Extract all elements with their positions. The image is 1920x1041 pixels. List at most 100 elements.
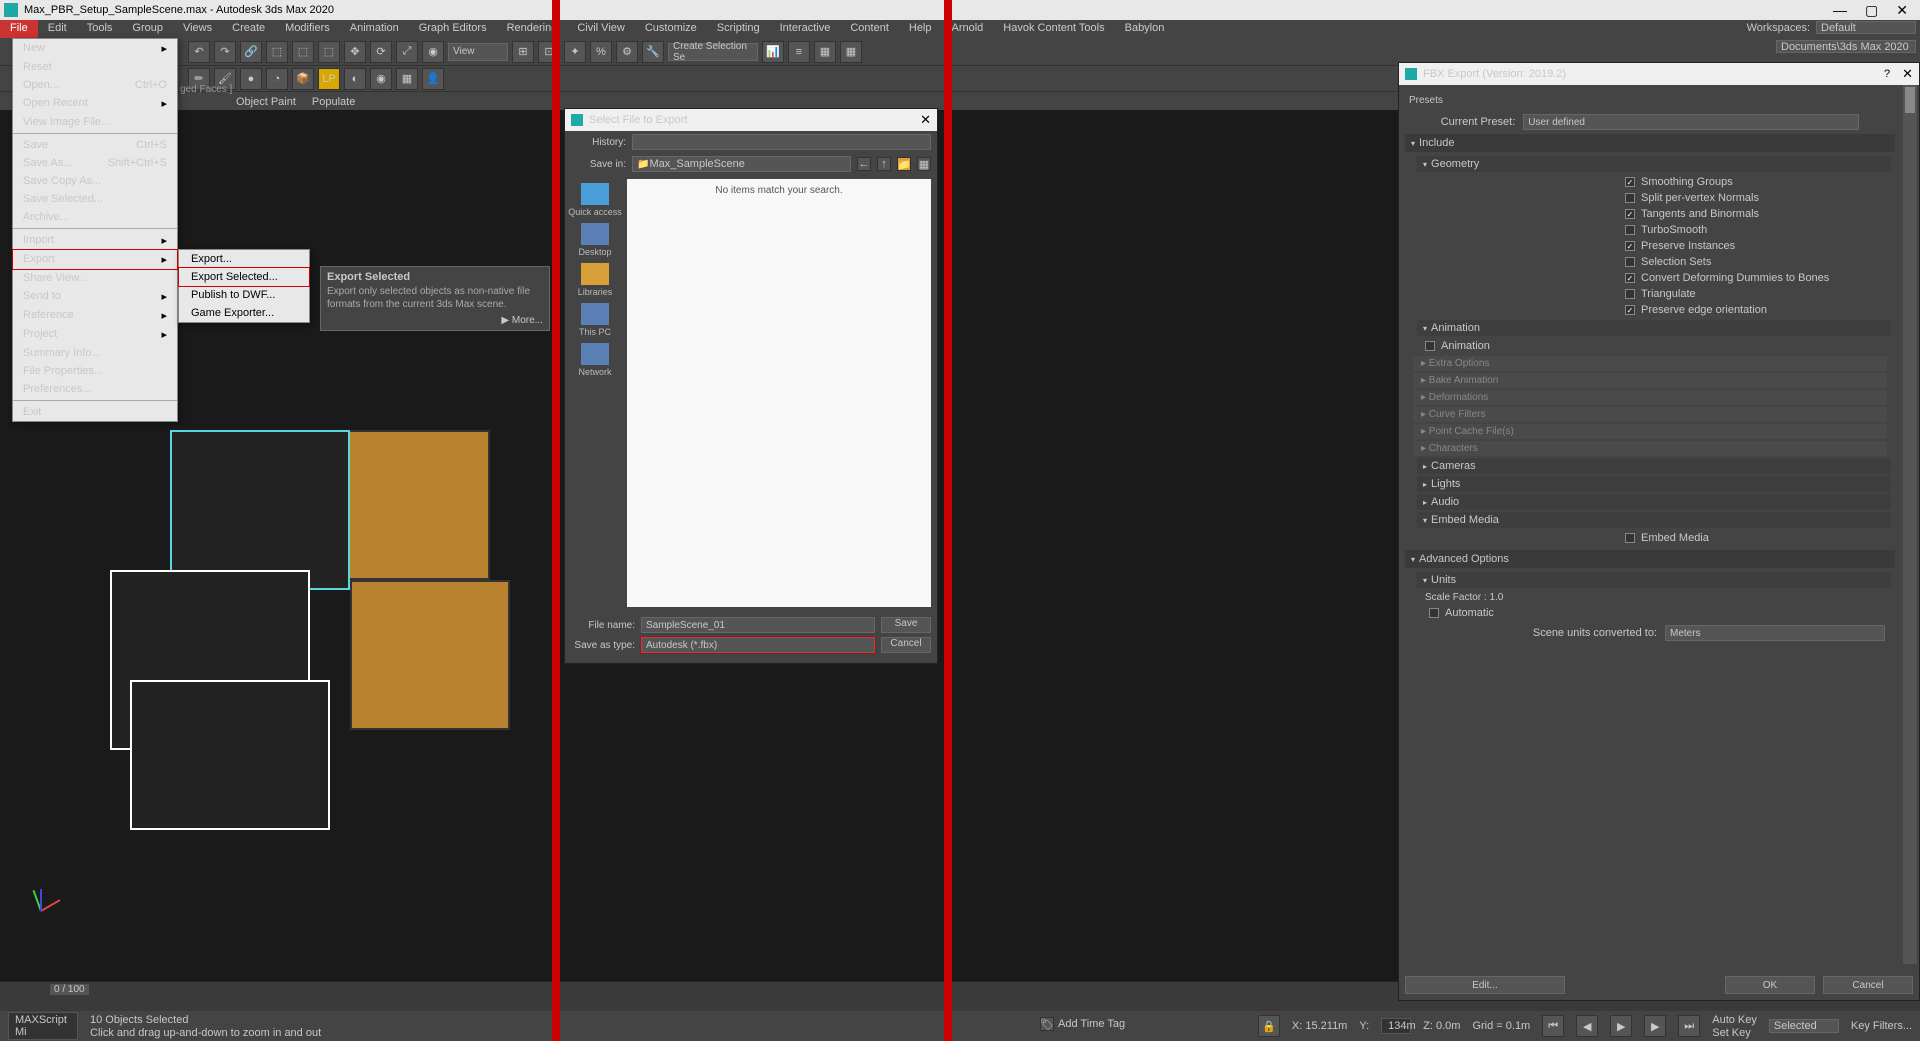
tool-icon[interactable]: 📊 [762, 41, 784, 63]
menu-interactive[interactable]: Interactive [770, 20, 841, 38]
history-combo[interactable] [632, 134, 931, 150]
menu-item-open-[interactable]: Open...Ctrl+O [13, 76, 177, 94]
key-mode-combo[interactable]: Selected [1769, 1019, 1839, 1033]
menu-file[interactable]: File [0, 20, 38, 38]
anim-subsection[interactable]: ▸ Point Cache File(s) [1413, 424, 1887, 439]
menu-animation[interactable]: Animation [340, 20, 409, 38]
tool-icon[interactable]: ⟳ [370, 41, 392, 63]
menu-item-preferences-[interactable]: Preferences... [13, 380, 177, 398]
units-section[interactable]: Units [1417, 572, 1891, 588]
tool-icon[interactable]: 📦 [292, 68, 314, 90]
cube[interactable] [350, 580, 510, 730]
menu-item-save-as-[interactable]: Save As...Shift+Ctrl+S [13, 154, 177, 172]
tool-icon[interactable]: % [590, 41, 612, 63]
menu-havok-content-tools[interactable]: Havok Content Tools [993, 20, 1114, 38]
up-icon[interactable]: ↑ [877, 157, 891, 171]
play-first-icon[interactable]: ⏮ [1542, 1015, 1564, 1037]
menu-item-open-recent[interactable]: Open Recent▸ [13, 94, 177, 113]
checkbox[interactable] [1625, 273, 1635, 283]
menu-help[interactable]: Help [899, 20, 942, 38]
play-next-icon[interactable]: ▶ [1644, 1015, 1666, 1037]
coord-y-val[interactable]: 134m [1381, 1018, 1411, 1034]
savein-combo[interactable]: 📁 Max_SampleScene [632, 156, 851, 172]
tool-icon[interactable]: LP [318, 68, 340, 90]
checkbox[interactable] [1625, 209, 1635, 219]
menu-create[interactable]: Create [222, 20, 275, 38]
include-section[interactable]: Include [1405, 134, 1895, 152]
embed-checkbox[interactable] [1625, 533, 1635, 543]
saveastype-combo[interactable]: Autodesk (*.fbx) [641, 637, 875, 653]
menu-civil-view[interactable]: Civil View [567, 20, 634, 38]
menu-item-reset[interactable]: Reset [13, 58, 177, 76]
sidebar-quick-access[interactable]: Quick access [568, 183, 622, 217]
object-paint-tab[interactable]: Object Paint [236, 96, 296, 108]
scrollbar[interactable] [1903, 85, 1917, 964]
back-icon[interactable]: ← [857, 157, 871, 171]
tool-icon[interactable]: ⬚ [318, 41, 340, 63]
cube[interactable] [130, 680, 330, 830]
tool-icon[interactable]: ▦ [396, 68, 418, 90]
cancel-button[interactable]: Cancel [1823, 976, 1913, 994]
anim-subsection[interactable]: ▸ Characters [1413, 441, 1887, 456]
menu-item-exit[interactable]: Exit [13, 403, 177, 421]
menu-tools[interactable]: Tools [77, 20, 123, 38]
tool-icon[interactable]: ↷ [214, 41, 236, 63]
tool-icon[interactable]: 🔧 [642, 41, 664, 63]
anim-subsection[interactable]: ▸ Extra Options [1413, 356, 1887, 371]
lock-icon[interactable]: 🔒 [1258, 1015, 1280, 1037]
checkbox[interactable] [1625, 177, 1635, 187]
tool-icon[interactable]: ▦ [840, 41, 862, 63]
preset-combo[interactable]: User defined [1523, 114, 1859, 130]
menu-item-save-selected-[interactable]: Save Selected... [13, 190, 177, 208]
sidebar-desktop[interactable]: Desktop [578, 223, 611, 257]
cancel-button[interactable]: Cancel [881, 637, 931, 653]
play-prev-icon[interactable]: ◀ [1576, 1015, 1598, 1037]
maximize-button[interactable]: ▢ [1865, 2, 1878, 19]
units-combo[interactable]: Meters [1665, 625, 1885, 641]
play-icon[interactable]: ▶ [1610, 1015, 1632, 1037]
help-icon[interactable]: ? [1884, 68, 1890, 80]
file-list[interactable]: No items match your search. [627, 179, 931, 607]
tool-icon[interactable]: ✥ [344, 41, 366, 63]
menu-item-archive-[interactable]: Archive... [13, 208, 177, 226]
newfolder-icon[interactable]: 📁 [897, 157, 911, 171]
checkbox[interactable] [1625, 193, 1635, 203]
scrollbar-thumb[interactable] [1905, 87, 1915, 113]
selection-combo[interactable]: Create Selection Se [668, 43, 758, 61]
anim-subsection[interactable]: ▸ Bake Animation [1413, 373, 1887, 388]
edit-button[interactable]: Edit... [1405, 976, 1565, 994]
menu-modifiers[interactable]: Modifiers [275, 20, 340, 38]
checkbox[interactable] [1625, 305, 1635, 315]
menu-item-save[interactable]: SaveCtrl+S [13, 136, 177, 154]
menu-babylon[interactable]: Babylon [1115, 20, 1175, 38]
menu-item-project[interactable]: Project▸ [13, 325, 177, 344]
checkbox[interactable] [1625, 241, 1635, 251]
cube[interactable] [170, 430, 350, 590]
tool-icon[interactable]: ⊞ [512, 41, 534, 63]
view-icon[interactable]: ▦ [917, 157, 931, 171]
advanced-section[interactable]: Advanced Options [1405, 550, 1895, 568]
menu-item-share-view-[interactable]: Share View... [13, 269, 177, 287]
sidebar-this-pc[interactable]: This PC [579, 303, 611, 337]
tool-icon[interactable]: 👤 [422, 68, 444, 90]
tool-icon[interactable]: ▦ [814, 41, 836, 63]
ok-button[interactable]: OK [1725, 976, 1815, 994]
anim-subsection[interactable]: ▸ Curve Filters [1413, 407, 1887, 422]
tool-icon[interactable]: ◉ [422, 41, 444, 63]
menu-content[interactable]: Content [840, 20, 899, 38]
menu-item-file-properties-[interactable]: File Properties... [13, 362, 177, 380]
close-button[interactable]: ✕ [1896, 2, 1908, 19]
menu-customize[interactable]: Customize [635, 20, 707, 38]
sidebar-network[interactable]: Network [578, 343, 611, 377]
menu-item-summary-info-[interactable]: Summary Info... [13, 344, 177, 362]
menu-edit[interactable]: Edit [38, 20, 77, 38]
checkbox[interactable] [1625, 225, 1635, 235]
populate-tab[interactable]: Populate [312, 96, 355, 108]
menu-item-view-image-file-[interactable]: View Image File... [13, 113, 177, 131]
keyfilters-button[interactable]: Key Filters... [1851, 1020, 1912, 1032]
menu-item-import[interactable]: Import▸ [13, 231, 177, 250]
cameras-section[interactable]: Cameras [1417, 458, 1891, 474]
maxscript-listener[interactable]: MAXScript Mi [8, 1012, 78, 1040]
tool-icon[interactable]: ● [240, 68, 262, 90]
tool-icon[interactable]: ◔ [266, 68, 288, 90]
